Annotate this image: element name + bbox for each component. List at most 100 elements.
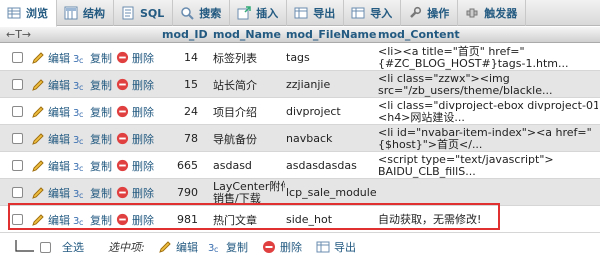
bulk-export-button[interactable]: 导出: [316, 233, 356, 261]
column-header-mod-content[interactable]: mod_Content: [378, 28, 460, 41]
row-copy-button[interactable]: 3 c 复制: [73, 125, 112, 152]
row-checkbox[interactable]: [12, 106, 23, 117]
cell-mod-filename: asdasdasdas: [286, 159, 357, 172]
cell-mod-id: 790: [177, 186, 198, 199]
table-row: 编辑 3 c 复制 删除 24 项目介绍 divproject <li class="divpr…: [0, 98, 600, 125]
row-delete-button[interactable]: 删除: [116, 71, 154, 98]
row-edit-button[interactable]: 编辑: [31, 44, 70, 71]
row-checkbox[interactable]: [12, 187, 23, 198]
column-header-mod-id[interactable]: mod_ID: [162, 28, 208, 41]
row-delete-button[interactable]: 删除: [116, 179, 154, 206]
pencil-icon: [32, 186, 44, 199]
row-edit-button[interactable]: 编辑: [31, 125, 70, 152]
row-edit-button[interactable]: 编辑: [31, 71, 70, 98]
delete-icon: [116, 78, 129, 91]
row-delete-button[interactable]: 删除: [116, 44, 154, 71]
pencil-icon: [32, 159, 44, 172]
wrench-icon: [407, 6, 422, 21]
tab-operations[interactable]: 操作: [401, 0, 459, 26]
column-header-mod-name[interactable]: mod_Name: [213, 28, 281, 41]
cell-mod-id: 665: [177, 159, 198, 172]
cell-mod-id: 78: [184, 132, 198, 145]
tab-browse[interactable]: 浏览: [0, 0, 57, 27]
tab-label: 插入: [256, 7, 279, 20]
copy-icon: 3c: [73, 54, 83, 65]
insert-icon: [236, 6, 251, 21]
cell-mod-filename: side_hot: [286, 213, 333, 226]
row-delete-button[interactable]: 删除: [116, 152, 154, 179]
cell-mod-id: 24: [184, 105, 198, 118]
svg-text:c: c: [79, 191, 83, 200]
row-checkbox[interactable]: [12, 52, 23, 63]
tab-import[interactable]: 导入: [344, 0, 402, 26]
row-copy-button[interactable]: 3 c 复制: [73, 206, 112, 233]
cell-mod-content: <li class="divproject-ebox divproject-01…: [378, 98, 598, 124]
cell-mod-content: <li id="nvabar-item-index"><a href=" {$ho…: [378, 125, 592, 151]
tab-search[interactable]: 搜索: [173, 0, 231, 26]
cell-mod-filename: navback: [286, 132, 333, 145]
delete-icon: [116, 132, 129, 145]
copy-icon: 3c: [73, 162, 83, 173]
row-copy-button[interactable]: 3 c 复制: [73, 152, 112, 179]
copy-icon: 3c: [73, 81, 83, 92]
row-edit-button[interactable]: 编辑: [31, 98, 70, 125]
with-selected-label: 选中项:: [108, 241, 145, 254]
check-all-arrow-icon: [14, 233, 40, 261]
column-header-mod-filename[interactable]: mod_FileName: [286, 28, 376, 41]
tab-label: 导入: [370, 7, 393, 20]
row-delete-button[interactable]: 删除: [116, 206, 154, 233]
delete-icon: [116, 51, 129, 64]
row-checkbox[interactable]: [12, 133, 23, 144]
select-all-label[interactable]: 全选: [62, 233, 84, 261]
row-edit-button[interactable]: 编辑: [31, 206, 70, 233]
select-all-checkbox[interactable]: [40, 233, 51, 261]
row-delete-button[interactable]: 删除: [116, 98, 154, 125]
svg-text:c: c: [79, 164, 83, 173]
row-delete-button[interactable]: 删除: [116, 125, 154, 152]
delete-icon: [116, 186, 129, 199]
bulk-copy-button[interactable]: 3 c 复制: [208, 233, 248, 261]
row-copy-button[interactable]: 3 c 复制: [73, 179, 112, 206]
row-copy-button[interactable]: 3 c 复制: [73, 44, 112, 71]
table-row: 编辑 3 c 复制 删除 15 站长简介 zzjianjie <li class="zzwx">…: [0, 71, 600, 98]
row-copy-button[interactable]: 3 c 复制: [73, 71, 112, 98]
cell-mod-name: 站长简介: [213, 78, 257, 92]
bulk-delete-button[interactable]: 删除: [262, 233, 302, 261]
tab-insert[interactable]: 插入: [230, 0, 288, 26]
cell-mod-content: <li class="zzwx"><img src="/zb_users/them…: [378, 71, 553, 97]
cell-mod-name: 热门文章: [213, 213, 257, 227]
import-icon: [350, 6, 365, 21]
pencil-icon: [32, 132, 44, 145]
row-checkbox[interactable]: [12, 160, 23, 171]
pencil-icon: [32, 78, 44, 91]
column-nav-arrows[interactable]: ←T→: [6, 28, 31, 41]
svg-text:c: c: [79, 83, 83, 92]
copy-icon: 3c: [73, 189, 83, 200]
tab-label: 操作: [427, 7, 450, 20]
row-edit-button[interactable]: 编辑: [31, 152, 70, 179]
pencil-icon: [32, 105, 44, 118]
cell-mod-id: 14: [184, 51, 198, 64]
cell-mod-id: 15: [184, 78, 198, 91]
row-checkbox[interactable]: [12, 214, 23, 225]
row-copy-button[interactable]: 3 c 复制: [73, 98, 112, 125]
row-checkbox[interactable]: [12, 79, 23, 90]
delete-icon: [263, 241, 275, 253]
search-icon: [179, 6, 194, 21]
tab-label: SQL: [140, 6, 165, 20]
svg-text:c: c: [79, 56, 83, 65]
cell-mod-name: asdasd: [213, 159, 252, 172]
delete-icon: [116, 159, 129, 172]
svg-text:c: c: [214, 245, 218, 254]
bulk-edit-button[interactable]: 编辑: [158, 233, 198, 261]
tab-export[interactable]: 导出: [287, 0, 345, 26]
row-edit-button[interactable]: 编辑: [31, 179, 70, 206]
tab-sql[interactable]: SQL: [114, 0, 174, 26]
tab-triggers[interactable]: 触发器: [458, 0, 527, 26]
cell-mod-content: 自动获取，无需修改!: [378, 212, 482, 226]
delete-icon: [116, 105, 129, 118]
tab-label: 导出: [313, 7, 336, 20]
tab-structure[interactable]: 结构: [57, 0, 114, 26]
cell-mod-id: 981: [177, 213, 198, 226]
tab-label: 结构: [83, 7, 105, 20]
